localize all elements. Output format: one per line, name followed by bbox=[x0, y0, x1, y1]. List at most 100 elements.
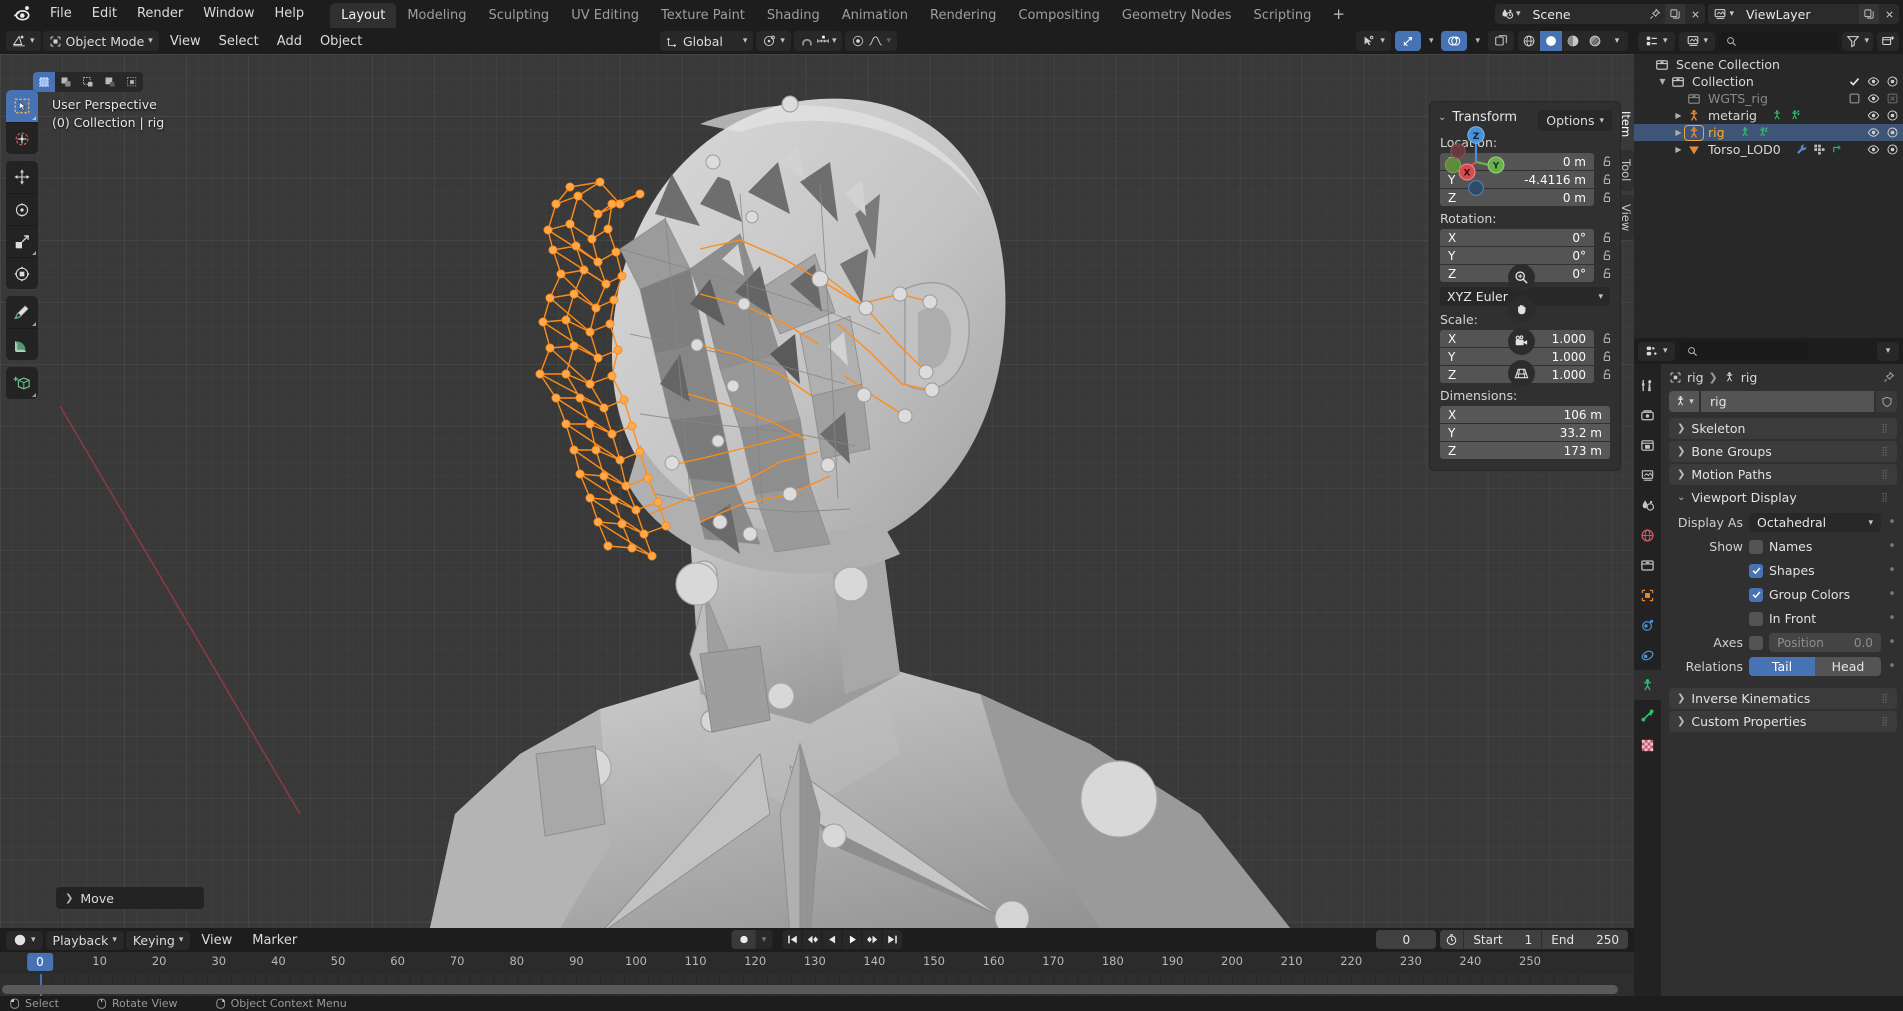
record-icon[interactable] bbox=[731, 930, 756, 949]
filter-funnel-icon[interactable]: ▾ bbox=[1842, 31, 1873, 51]
select-mode-segment[interactable] bbox=[33, 72, 143, 92]
pivot-point-icon[interactable]: ▾ bbox=[756, 31, 791, 51]
editor-type-3dview-icon[interactable]: ▾ bbox=[6, 31, 41, 51]
modifier-wrench-icon[interactable] bbox=[1795, 143, 1808, 156]
rotation-field-x[interactable]: X 0° bbox=[1440, 229, 1594, 246]
workspace-tab-sculpting[interactable]: Sculpting bbox=[477, 3, 560, 29]
viewport-options-button[interactable]: Options ▾ bbox=[1538, 110, 1612, 131]
panel-drag-dots[interactable]: ⣿ bbox=[1881, 694, 1889, 704]
view-layer-name[interactable]: ViewLayer bbox=[1739, 4, 1859, 24]
timeline-current-frame-indicator[interactable]: 0 bbox=[27, 953, 53, 971]
xray-toggle-icon[interactable] bbox=[1488, 31, 1514, 51]
magnet-icon[interactable] bbox=[800, 34, 814, 48]
panel-drag-dots[interactable]: ⣿ bbox=[1881, 470, 1889, 480]
frame-start-field[interactable]: Start 1 bbox=[1464, 930, 1543, 949]
topbar-menu-render[interactable]: Render bbox=[127, 3, 193, 25]
viewport-menu-select[interactable]: Select bbox=[210, 33, 268, 50]
snap-increment-icon[interactable] bbox=[816, 34, 830, 48]
properties-tab-world[interactable] bbox=[1634, 520, 1661, 550]
workspace-tab-animation[interactable]: Animation bbox=[831, 3, 919, 29]
outliner-row-scene-collection[interactable]: Scene Collection bbox=[1634, 56, 1903, 73]
proportional-editing-group[interactable]: ▾ bbox=[845, 31, 897, 51]
relations-toggle[interactable]: Tail Head bbox=[1749, 657, 1881, 676]
armature-data-icon[interactable] bbox=[1757, 126, 1770, 139]
navigation-gizmo[interactable]: Z Y X bbox=[1436, 118, 1516, 198]
unlocked-padlock-icon[interactable] bbox=[1600, 173, 1614, 186]
armature-data-icon[interactable]: ▾ bbox=[1669, 391, 1699, 412]
axes-checkbox[interactable] bbox=[1749, 635, 1763, 650]
gizmo-icon[interactable] bbox=[1394, 31, 1421, 51]
workspace-tab-uv-editing[interactable]: UV Editing bbox=[560, 3, 650, 29]
properties-options-dropdown[interactable]: ▾ bbox=[1877, 341, 1899, 361]
topbar-menu-file[interactable]: File bbox=[40, 3, 82, 25]
viewport-menu-view[interactable]: View bbox=[161, 33, 210, 50]
timeline-editor-type-icon[interactable]: ▾ bbox=[6, 930, 43, 950]
properties-tab-collection-properties[interactable] bbox=[1634, 550, 1661, 580]
outliner-row-collection[interactable]: ▼ Collection bbox=[1634, 73, 1903, 90]
chevron-right-icon[interactable]: ▶ bbox=[1672, 145, 1685, 154]
checkbox-names[interactable] bbox=[1749, 539, 1763, 554]
unlocked-padlock-icon[interactable] bbox=[1600, 191, 1614, 204]
panel-motion-paths[interactable]: ❯ Motion Paths ⣿ bbox=[1669, 464, 1897, 485]
breadcrumb-object-label[interactable]: rig bbox=[1687, 370, 1704, 385]
close-icon[interactable] bbox=[1879, 4, 1899, 24]
zoom-icon[interactable] bbox=[1508, 264, 1535, 291]
tool-annotate-icon[interactable] bbox=[6, 296, 38, 328]
panel-skeleton[interactable]: ❯ Skeleton ⣿ bbox=[1669, 418, 1897, 439]
ortho-persp-grid-icon[interactable] bbox=[1508, 360, 1535, 387]
dimensions-field-y[interactable]: Y 33.2 m bbox=[1440, 424, 1610, 441]
chevron-right-icon[interactable]: ▶ bbox=[1672, 128, 1685, 137]
workspace-tab-rendering[interactable]: Rendering bbox=[919, 3, 1007, 29]
dimensions-field-z[interactable]: Z 173 m bbox=[1440, 442, 1610, 459]
render-camera-icon[interactable] bbox=[1886, 109, 1899, 122]
sidebar-tab-view[interactable]: View bbox=[1618, 194, 1634, 240]
shading-solid-icon[interactable] bbox=[1540, 31, 1562, 51]
properties-tab-physics-modifier[interactable] bbox=[1634, 610, 1661, 640]
pan-hand-icon[interactable] bbox=[1508, 296, 1535, 323]
timeline-ruler[interactable]: 0 10 20 30 40 50 60 70 80 90 100 110 120 130 140 150 160… bbox=[0, 952, 1634, 974]
render-camera-icon[interactable] bbox=[1886, 143, 1899, 156]
panel-drag-dots[interactable]: ⣿ bbox=[1881, 493, 1889, 503]
viewport-menu-add[interactable]: Add bbox=[268, 33, 311, 50]
outliner-row-metarig[interactable]: ▶ metarig bbox=[1634, 107, 1903, 124]
properties-tab-texture-checker[interactable] bbox=[1634, 730, 1661, 760]
outliner-search-field[interactable] bbox=[1742, 34, 1832, 48]
transform-orientation-dropdown[interactable]: Global ▾ bbox=[660, 31, 754, 51]
panel-viewport-display-header[interactable]: ⌄ Viewport Display ⣿ bbox=[1669, 487, 1897, 508]
jump-to-start-icon[interactable] bbox=[783, 930, 803, 949]
timeline-menu-keying[interactable]: Keying ▾ bbox=[125, 930, 191, 950]
workspace-tab-geometry-nodes[interactable]: Geometry Nodes bbox=[1111, 3, 1243, 29]
properties-editor-type-icon[interactable]: ▾ bbox=[1638, 341, 1675, 361]
record-dropdown[interactable]: ▾ bbox=[755, 930, 773, 949]
tool-transform-icon[interactable] bbox=[6, 257, 38, 289]
visibility-eye-icon[interactable] bbox=[1867, 143, 1880, 156]
properties-tab-object-properties[interactable] bbox=[1634, 580, 1661, 610]
timeline-menu-view[interactable]: View bbox=[192, 932, 241, 949]
tool-add-cube-icon[interactable] bbox=[6, 367, 38, 399]
visibility-eye-icon[interactable] bbox=[1867, 92, 1880, 105]
close-icon[interactable] bbox=[1685, 4, 1705, 24]
select-difference-icon[interactable] bbox=[99, 72, 121, 92]
operator-panel[interactable]: ❯ Move bbox=[56, 887, 204, 909]
view-layer-icon[interactable]: ▾ bbox=[1708, 4, 1739, 24]
play-icon[interactable] bbox=[843, 930, 863, 949]
render-camera-disabled-icon[interactable] bbox=[1886, 92, 1899, 105]
animate-property-dot[interactable]: • bbox=[1887, 611, 1897, 626]
shading-mode-segment[interactable]: ▾ bbox=[1518, 31, 1628, 51]
properties-search-input[interactable] bbox=[1679, 341, 1808, 361]
rotation-field-y[interactable]: Y 0° bbox=[1440, 247, 1594, 264]
outliner-row-wgts_rig[interactable]: WGTS_rig bbox=[1634, 90, 1903, 107]
frame-end-field[interactable]: End 250 bbox=[1542, 930, 1628, 949]
select-subtract-icon[interactable] bbox=[77, 72, 99, 92]
view-layer-selector[interactable]: ▾ ViewLayer bbox=[1708, 4, 1899, 24]
workspace-tab-compositing[interactable]: Compositing bbox=[1007, 3, 1111, 29]
scene-icon[interactable]: ▾ bbox=[1494, 4, 1526, 24]
checkbox-shapes[interactable] bbox=[1749, 563, 1763, 578]
dimensions-field-x[interactable]: X 106 m bbox=[1440, 406, 1610, 423]
unlocked-padlock-icon[interactable] bbox=[1600, 155, 1614, 168]
timeline-menu-playback[interactable]: Playback ▾ bbox=[45, 930, 124, 950]
scene-name[interactable]: Scene bbox=[1525, 4, 1645, 24]
breadcrumb-data-label[interactable]: rig bbox=[1741, 370, 1758, 385]
add-workspace-button[interactable]: + bbox=[1322, 3, 1355, 25]
unlocked-padlock-icon[interactable] bbox=[1600, 267, 1614, 280]
